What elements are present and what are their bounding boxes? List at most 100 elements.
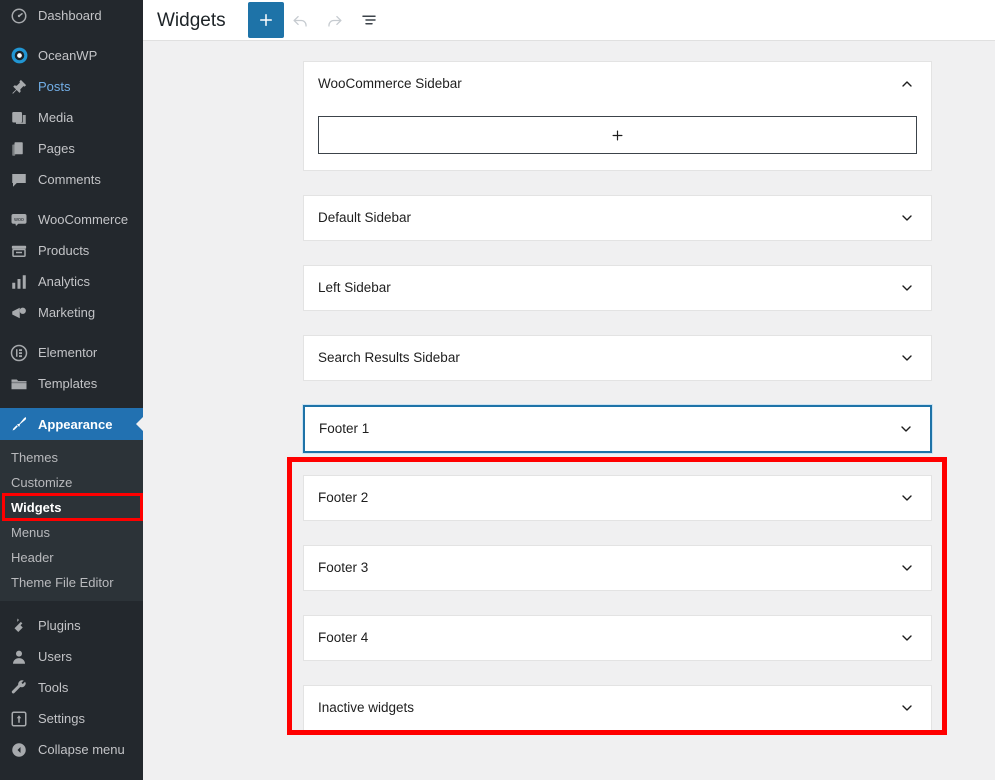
chevron-down-icon[interactable] <box>898 421 914 437</box>
admin-sidebar: Dashboard OceanWP Posts Media Pages Comments w… <box>0 0 143 780</box>
chevron-down-icon[interactable] <box>899 280 915 296</box>
submenu-item-theme-file-editor[interactable]: Theme File Editor <box>0 570 143 595</box>
sidebar-item-appearance[interactable]: Appearance <box>0 408 143 440</box>
chevron-down-icon[interactable] <box>899 210 915 226</box>
submenu-item-label: Widgets <box>11 500 62 515</box>
sidebar-item-label: Marketing <box>38 305 96 320</box>
widget-area-panel[interactable]: Footer 4 <box>303 615 932 661</box>
sidebar-item-pages[interactable]: Pages <box>0 133 143 164</box>
widget-area-header[interactable]: Search Results Sidebar <box>304 336 931 380</box>
sidebar-item-appearance-slot: Appearance <box>0 408 143 440</box>
widget-area-title: Footer 1 <box>319 421 370 437</box>
widget-area-panel[interactable]: Footer 1 <box>303 405 932 453</box>
woocommerce-icon: woo <box>9 210 29 230</box>
widget-area-title: Search Results Sidebar <box>318 350 460 366</box>
sidebar-item-plugins[interactable]: Plugins <box>0 610 143 641</box>
widget-area-panel[interactable]: Left Sidebar <box>303 265 932 311</box>
submenu-item-customize[interactable]: Customize <box>0 470 143 495</box>
sidebar-item-label: Templates <box>38 376 98 391</box>
widget-area-panel[interactable]: Search Results Sidebar <box>303 335 932 381</box>
sidebar-item-label: OceanWP <box>38 48 98 63</box>
sidebar-item-elementor[interactable]: Elementor <box>0 337 143 368</box>
widget-area-title: Inactive widgets <box>318 700 415 716</box>
sidebar-item-oceanwp[interactable]: OceanWP <box>0 40 143 71</box>
products-icon <box>9 241 29 261</box>
submenu-item-label: Theme File Editor <box>11 575 114 590</box>
submenu-item-widgets[interactable]: Widgets <box>0 495 143 520</box>
tools-icon <box>9 678 29 698</box>
sidebar-item-label: Elementor <box>38 345 98 360</box>
widget-area-panel[interactable]: Inactive widgets <box>303 685 932 731</box>
sidebar-item-label: Posts <box>38 79 71 94</box>
widget-area-header[interactable]: Default Sidebar <box>304 196 931 240</box>
sidebar-item-settings[interactable]: Settings <box>0 703 143 734</box>
widget-area-panel[interactable]: Footer 2 <box>303 475 932 521</box>
widget-area-body <box>304 106 931 170</box>
sidebar-item-label: Appearance <box>38 416 113 432</box>
sidebar-item-label: Pages <box>38 141 75 156</box>
submenu-item-header[interactable]: Header <box>0 545 143 570</box>
sidebar-item-products[interactable]: Products <box>0 235 143 266</box>
sidebar-item-analytics[interactable]: Analytics <box>0 266 143 297</box>
pin-icon <box>9 77 29 97</box>
sidebar-item-users[interactable]: Users <box>0 641 143 672</box>
marketing-icon <box>9 303 29 323</box>
widget-area-title: WooCommerce Sidebar <box>318 76 462 92</box>
templates-icon <box>9 374 29 394</box>
sidebar-item-templates[interactable]: Templates <box>0 368 143 399</box>
undo-button[interactable] <box>284 3 318 37</box>
widget-area-header[interactable]: Footer 3 <box>304 546 931 590</box>
sidebar-item-label: Collapse menu <box>38 742 125 757</box>
widget-area-title: Default Sidebar <box>318 210 412 226</box>
main-area: Widgets WooCommerce Sidebar Default Side… <box>143 0 995 780</box>
comments-icon <box>9 170 29 190</box>
widget-area-header[interactable]: Left Sidebar <box>304 266 931 310</box>
oceanwp-icon <box>9 46 29 66</box>
widget-area-header[interactable]: Footer 1 <box>305 407 930 451</box>
chevron-down-icon[interactable] <box>899 560 915 576</box>
submenu-item-themes[interactable]: Themes <box>0 445 143 470</box>
chevron-down-icon[interactable] <box>899 350 915 366</box>
page-title: Widgets <box>157 9 226 31</box>
sidebar-item-comments[interactable]: Comments <box>0 164 143 195</box>
list-view-button[interactable] <box>352 3 386 37</box>
sidebar-item-posts[interactable]: Posts <box>0 71 143 102</box>
widget-area-panel[interactable]: Footer 3 <box>303 545 932 591</box>
sidebar-item-collapse-menu[interactable]: Collapse menu <box>0 734 143 765</box>
widget-area-panel[interactable]: WooCommerce Sidebar <box>303 61 932 171</box>
media-icon <box>9 108 29 128</box>
sidebar-item-woocommerce[interactable]: woo WooCommerce <box>0 204 143 235</box>
widget-area-title: Footer 3 <box>318 560 369 576</box>
sidebar-item-tools[interactable]: Tools <box>0 672 143 703</box>
chevron-down-icon[interactable] <box>899 630 915 646</box>
sidebar-item-label: Analytics <box>38 274 91 289</box>
redo-button[interactable] <box>318 3 352 37</box>
sidebar-menu-top: Dashboard OceanWP Posts Media Pages Comments w… <box>0 0 143 399</box>
submenu-item-menus[interactable]: Menus <box>0 520 143 545</box>
sidebar-item-media[interactable]: Media <box>0 102 143 133</box>
widget-area-header[interactable]: WooCommerce Sidebar <box>304 62 931 106</box>
sidebar-item-label: Users <box>38 649 72 664</box>
widget-area-header[interactable]: Footer 4 <box>304 616 931 660</box>
submenu-item-label: Customize <box>11 475 73 490</box>
chevron-up-icon[interactable] <box>899 76 915 92</box>
dashboard-icon <box>9 6 29 26</box>
app-root: Dashboard OceanWP Posts Media Pages Comments w… <box>0 0 995 780</box>
appearance-submenu: Themes Customize Widgets Menus Header Theme F… <box>0 440 143 601</box>
sidebar-item-marketing[interactable]: Marketing <box>0 297 143 328</box>
settings-icon <box>9 709 29 729</box>
widget-area-title: Left Sidebar <box>318 280 391 296</box>
widget-area-header[interactable]: Inactive widgets <box>304 686 931 730</box>
chevron-down-icon[interactable] <box>899 700 915 716</box>
widget-area-title: Footer 4 <box>318 630 369 646</box>
svg-text:woo: woo <box>14 216 24 222</box>
submenu-item-label: Themes <box>11 450 58 465</box>
sidebar-item-label: Plugins <box>38 618 81 633</box>
widget-area-panel[interactable]: Default Sidebar <box>303 195 932 241</box>
sidebar-item-dashboard[interactable]: Dashboard <box>0 0 143 31</box>
chevron-down-icon[interactable] <box>899 490 915 506</box>
analytics-icon <box>9 272 29 292</box>
add-block-button[interactable] <box>247 2 284 38</box>
add-widget-dropzone[interactable] <box>318 116 917 154</box>
widget-area-header[interactable]: Footer 2 <box>304 476 931 520</box>
